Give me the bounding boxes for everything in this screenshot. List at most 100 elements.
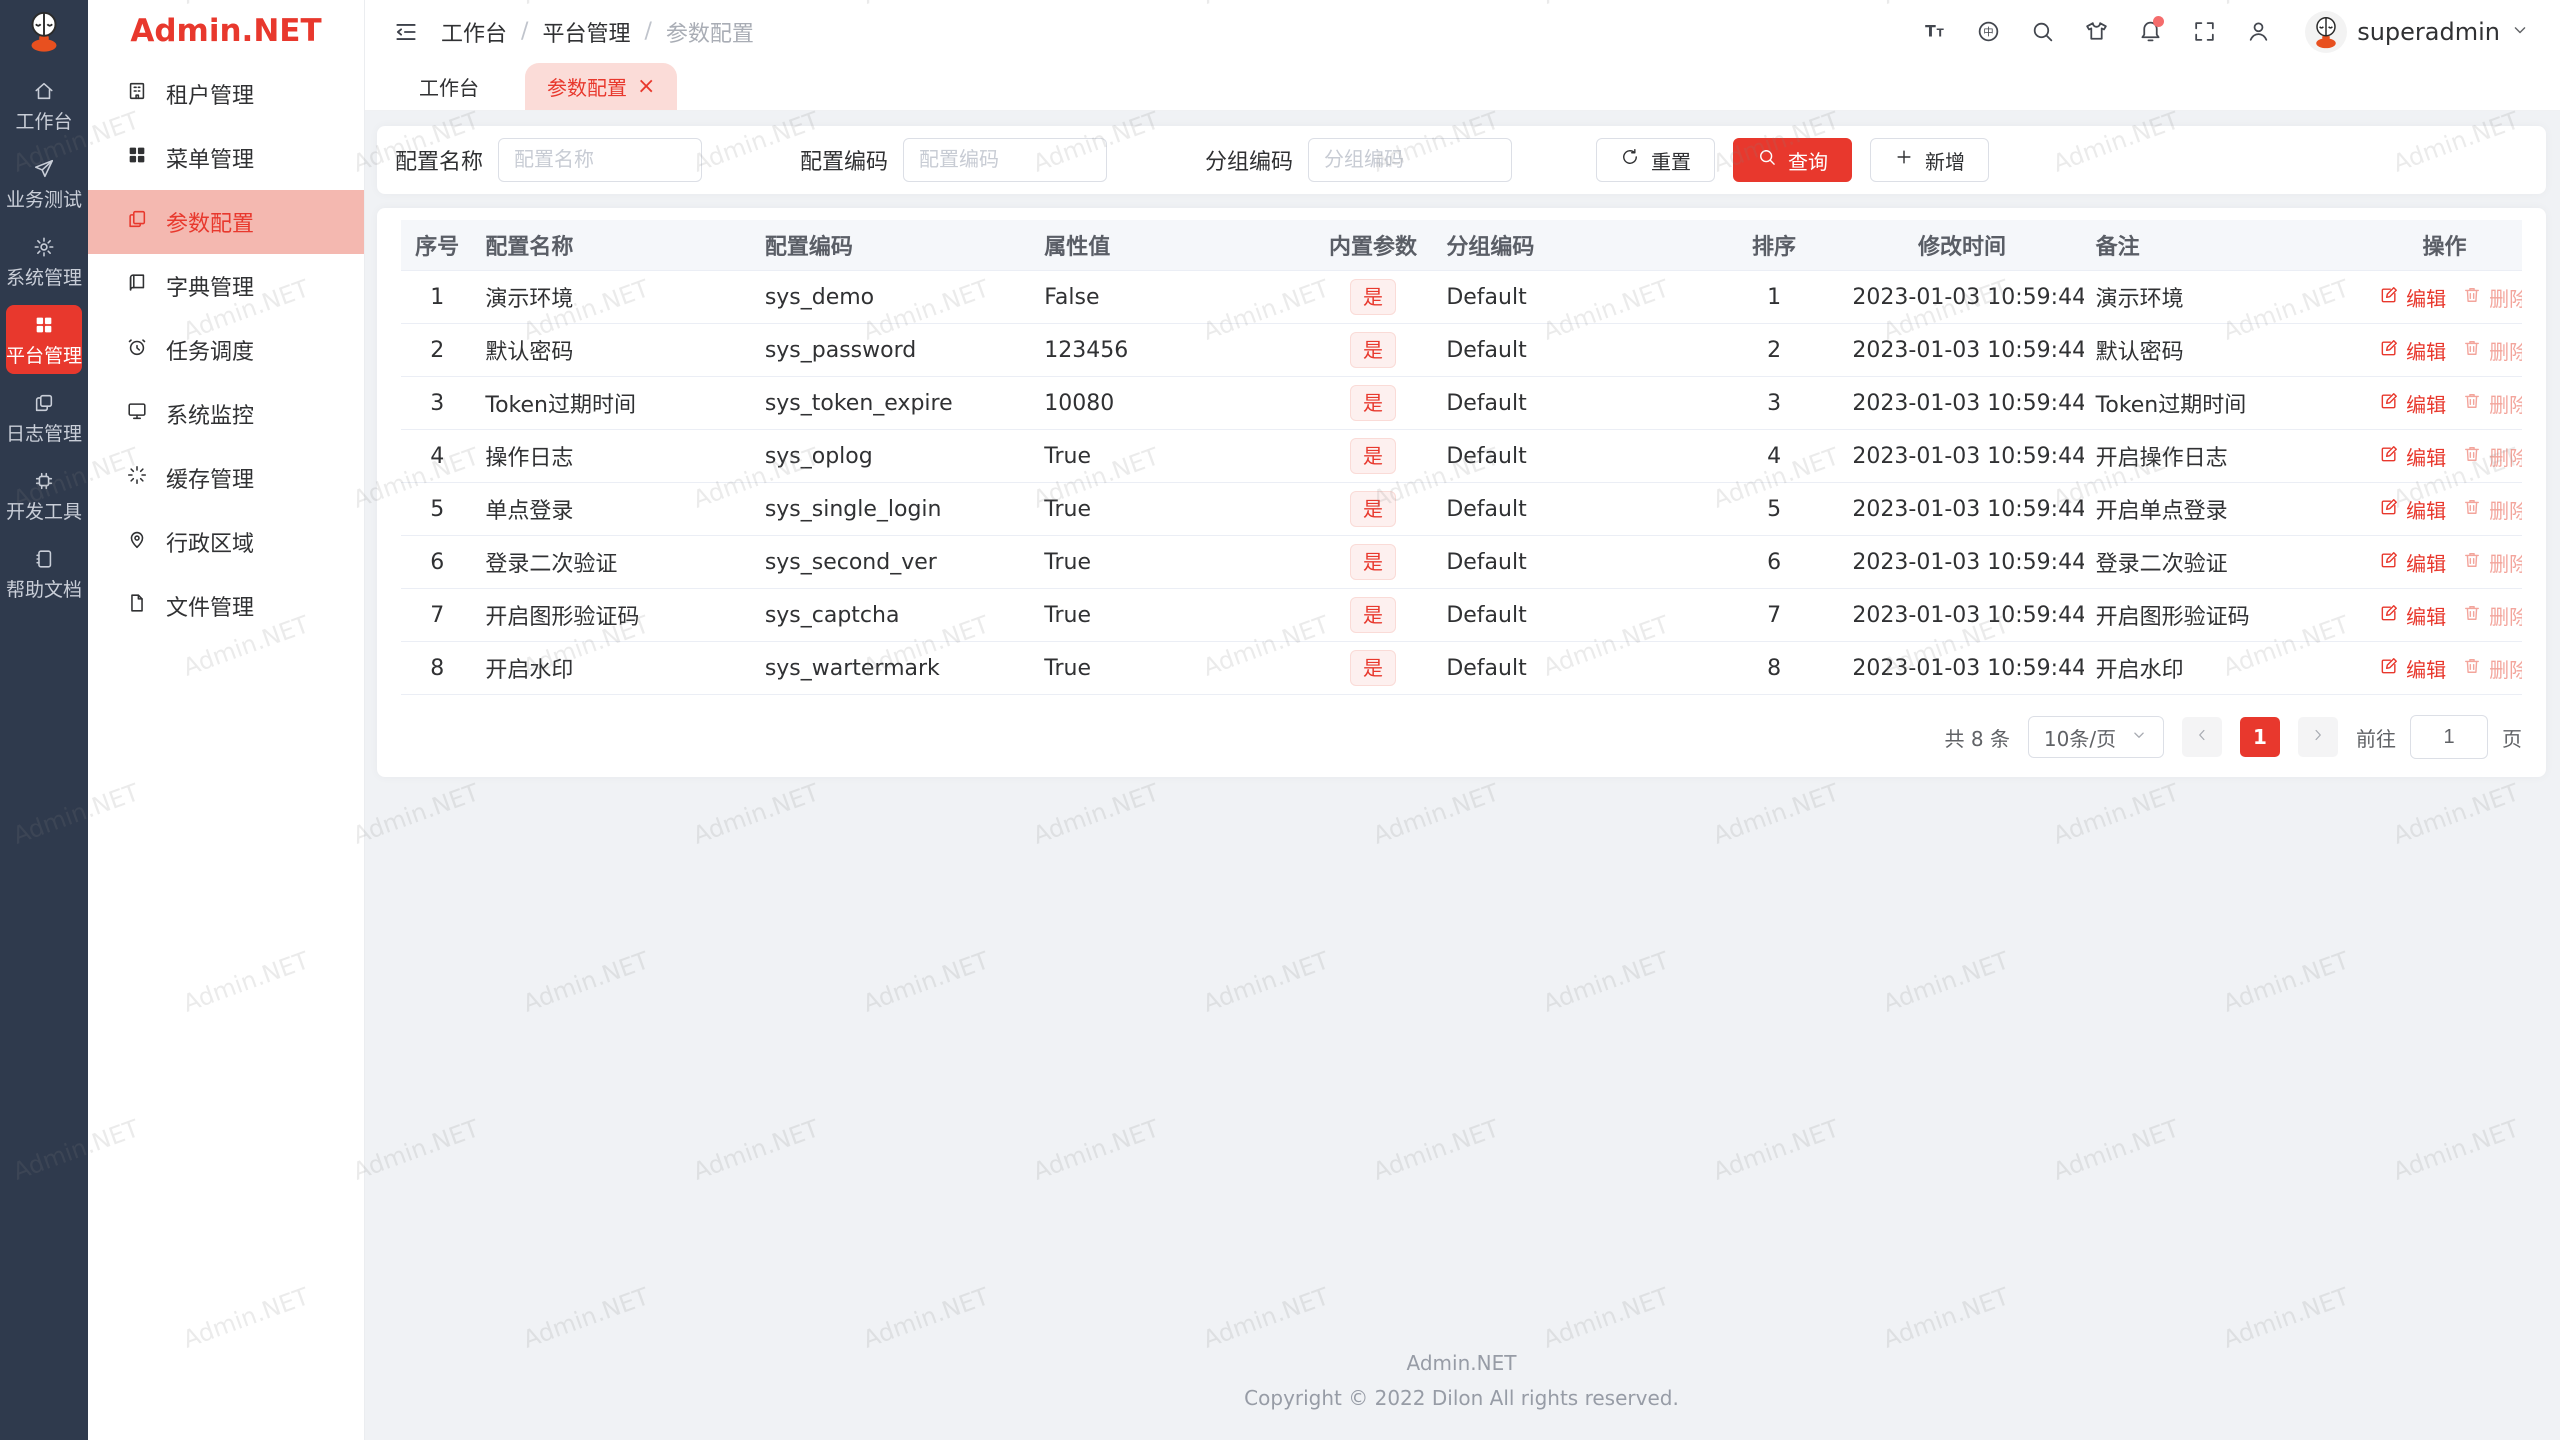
cell-index: 2 (401, 323, 474, 377)
column-header: 操作 (2367, 220, 2522, 271)
cell-remark: 开启水印 (2083, 641, 2368, 695)
cell-sort: 7 (1707, 588, 1841, 642)
cell-group: Default (1434, 270, 1708, 324)
tab-label: 工作台 (419, 76, 479, 100)
cell-time: 2023-01-03 10:59:44 (1840, 535, 2084, 589)
field-input-0[interactable] (498, 138, 703, 182)
query-button[interactable]: 查询 (1733, 138, 1853, 182)
font-size-icon[interactable]: TT (1913, 11, 1955, 53)
reset-button[interactable]: 重置 (1596, 138, 1716, 182)
search-icon[interactable] (2021, 11, 2063, 53)
sidebar-item-5[interactable]: 系统监控 (88, 382, 364, 446)
notification-icon[interactable] (2129, 11, 2171, 53)
close-tab-icon[interactable]: × (637, 75, 655, 98)
footer: Admin.NET Copyright © 2022 Dilon All rig… (377, 1330, 2546, 1440)
cell-value: True (1032, 641, 1312, 695)
rail-item-1[interactable]: 业务测试 (6, 149, 82, 218)
breadcrumb-separator: / (644, 19, 652, 44)
alarm-icon (126, 336, 148, 364)
rail-item-label: 工作台 (15, 111, 73, 133)
column-header: 分组编码 (1434, 220, 1708, 271)
user-menu[interactable]: superadmin (2305, 10, 2530, 53)
search-field-0: 配置名称 (395, 138, 703, 182)
breadcrumb-item[interactable]: 平台管理 (542, 16, 630, 48)
delete-button[interactable]: 删除 (2462, 601, 2522, 630)
app-logo-text: Admin.NET (130, 13, 322, 49)
add-button[interactable]: 新增 (1870, 138, 1990, 182)
profile-icon[interactable] (2237, 11, 2279, 53)
gear-icon (33, 236, 55, 262)
rail-item-5[interactable]: 开发工具 (6, 461, 82, 530)
building-icon (126, 80, 148, 108)
cell-name: 演示环境 (473, 270, 753, 324)
chevron-right-icon (2309, 725, 2327, 749)
edit-button[interactable]: 编辑 (2379, 654, 2446, 683)
field-input-1[interactable] (903, 138, 1108, 182)
goto-page-input[interactable] (2410, 715, 2488, 759)
page-size-select[interactable]: 10条/页 (2028, 716, 2164, 758)
sidebar-item-1[interactable]: 菜单管理 (88, 126, 364, 190)
tab-1[interactable]: 参数配置 × (525, 63, 678, 110)
trash-icon (2462, 338, 2482, 363)
edit-button[interactable]: 编辑 (2379, 601, 2446, 630)
sidebar-item-7[interactable]: 行政区域 (88, 510, 364, 574)
home-icon (33, 80, 55, 106)
prev-page-button[interactable] (2182, 717, 2222, 757)
delete-button[interactable]: 删除 (2462, 389, 2522, 418)
delete-button[interactable]: 删除 (2462, 495, 2522, 524)
rail-item-2[interactable]: 系统管理 (6, 227, 82, 296)
edit-icon (2379, 444, 2399, 469)
grid-icon (126, 144, 148, 172)
cell-index: 6 (401, 535, 474, 589)
field-input-2[interactable] (1308, 138, 1513, 182)
cell-name: 单点登录 (473, 482, 753, 536)
cell-value: True (1032, 535, 1312, 589)
cell-value: True (1032, 482, 1312, 536)
column-header: 修改时间 (1840, 220, 2084, 271)
theme-shirt-icon[interactable] (2075, 11, 2117, 53)
edit-button[interactable]: 编辑 (2379, 495, 2446, 524)
rail-item-4[interactable]: 日志管理 (6, 383, 82, 452)
cell-index: 8 (401, 641, 474, 695)
sidebar-item-0[interactable]: 租户管理 (88, 62, 364, 126)
sidebar-item-label: 任务调度 (166, 340, 255, 365)
rail-item-3[interactable]: 平台管理 (6, 305, 82, 374)
next-page-button[interactable] (2298, 717, 2338, 757)
builtin-tag: 是 (1350, 438, 1396, 474)
rail-item-label: 开发工具 (6, 501, 83, 523)
delete-button[interactable]: 删除 (2462, 336, 2522, 365)
spinner-icon (126, 464, 148, 492)
edit-button[interactable]: 编辑 (2379, 548, 2446, 577)
edit-button[interactable]: 编辑 (2379, 442, 2446, 471)
secondary-nav: 租户管理 菜单管理 参数配置 字典管理任务调度系统监控 缓存管理 行政区域 文件管理 (88, 62, 364, 638)
edit-button[interactable]: 编辑 (2379, 336, 2446, 365)
delete-button[interactable]: 删除 (2462, 442, 2522, 471)
sidebar-item-6[interactable]: 缓存管理 (88, 446, 364, 510)
edit-button[interactable]: 编辑 (2379, 283, 2446, 312)
cell-index: 4 (401, 429, 474, 483)
edit-button[interactable]: 编辑 (2379, 389, 2446, 418)
collapse-menu-icon[interactable] (389, 15, 423, 49)
cell-name: Token过期时间 (473, 376, 753, 430)
rail-item-6[interactable]: 帮助文档 (6, 539, 82, 608)
sidebar-item-8[interactable]: 文件管理 (88, 574, 364, 638)
column-header: 备注 (2083, 220, 2368, 271)
app-logo[interactable] (0, 0, 88, 62)
fullscreen-icon[interactable] (2183, 11, 2225, 53)
page-number-button[interactable]: 1 (2240, 717, 2280, 757)
rail-item-0[interactable]: 工作台 (6, 71, 82, 140)
table-row: 8 开启水印 sys_wartermark True 是 Default 8 2023-01-… (401, 641, 2522, 695)
sidebar-item-3[interactable]: 字典管理 (88, 254, 364, 318)
delete-button[interactable]: 删除 (2462, 548, 2522, 577)
delete-button[interactable]: 删除 (2462, 283, 2522, 312)
delete-button[interactable]: 删除 (2462, 654, 2522, 683)
edit-icon (2379, 338, 2399, 363)
locale-icon[interactable]: 中 (1967, 11, 2009, 53)
tab-0[interactable]: 工作台 (403, 63, 495, 110)
cell-code: sys_oplog (752, 429, 1033, 483)
cell-time: 2023-01-03 10:59:44 (1840, 323, 2084, 377)
sidebar-item-2[interactable]: 参数配置 (88, 190, 364, 254)
sidebar-item-4[interactable]: 任务调度 (88, 318, 364, 382)
breadcrumb-item[interactable]: 工作台 (441, 16, 507, 48)
chevron-down-icon (2130, 725, 2148, 749)
